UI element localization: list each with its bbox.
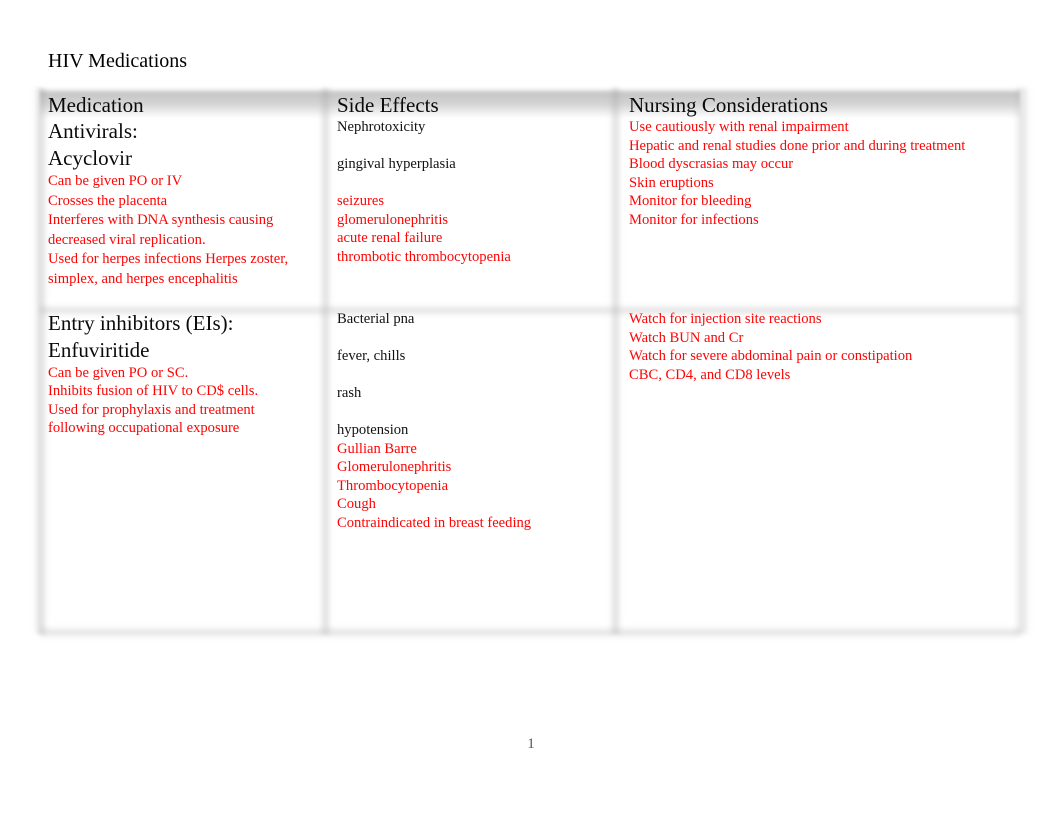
text-line: Used for herpes infections Herpes zoster… — [48, 251, 289, 268]
table-header-cell-side-effects: Side Effects — [337, 92, 609, 120]
column-header-medication: Medication — [48, 93, 144, 117]
table-row: Use cautiously with renal impairment Hepa… — [629, 118, 1014, 304]
text-line: Thrombocytopenia — [337, 477, 449, 494]
spacer-line — [337, 137, 609, 156]
text-line: seizures — [337, 193, 385, 209]
text-line: Blood dyscrasias may occur — [629, 156, 794, 172]
text-line: glomerulonephritis — [337, 211, 449, 228]
text-line: Bacterial pna — [337, 311, 415, 327]
text-line: acute renal failure — [337, 230, 443, 246]
text-line: Can be given PO or IV — [48, 173, 183, 189]
side-effects-list: Bacterial pna fever, chills rash hypoten… — [337, 310, 609, 532]
text-line: hypotension — [337, 422, 409, 438]
table-row: Antivirals: Acyclovir Can be given PO or… — [48, 118, 320, 304]
text-line: Glomerulonephritis — [337, 459, 452, 475]
page-number: 1 — [527, 736, 535, 752]
spacer-line — [337, 403, 609, 422]
text-line: fever, chills — [337, 348, 406, 364]
nursing-considerations-list: Watch for injection site reactions Watch … — [629, 310, 1014, 384]
text-line: Watch BUN and Cr — [629, 329, 744, 346]
medication-name-line-1: Antivirals: — [48, 119, 138, 143]
document-page: HIV Medications Medication Side Effects … — [0, 0, 1062, 822]
text-line: Can be given PO or SC. — [48, 365, 189, 381]
text-line: Interferes with DNA synthesis causing — [48, 212, 274, 229]
text-line: Cough — [337, 496, 376, 512]
text-line: Inhibits fusion of HIV to CD$ cells. — [48, 383, 259, 400]
text-line: Skin eruptions — [629, 174, 714, 191]
text-line: CBC, CD4, and CD8 levels — [629, 366, 791, 383]
text-line: Watch for injection site reactions — [629, 311, 822, 327]
spacer-line — [337, 329, 609, 348]
spacer-line — [337, 366, 609, 385]
table-row: Bacterial pna fever, chills rash hypoten… — [337, 310, 609, 630]
side-effects-list: Nephrotoxicity gingival hyperplasia seiz… — [337, 118, 609, 266]
text-line: Contraindicated in breast feeding — [337, 514, 532, 531]
spacer-line — [337, 174, 609, 193]
text-line: Nephrotoxicity — [337, 119, 426, 135]
text-line: Use cautiously with renal impairment — [629, 119, 849, 135]
table-row: Watch for injection site reactions Watch … — [629, 310, 1014, 630]
text-line: thrombotic thrombocytopenia — [337, 248, 511, 265]
column-header-nursing-considerations: Nursing Considerations — [629, 93, 828, 117]
text-line: Hepatic and renal studies done prior and… — [629, 137, 966, 154]
text-line: Gullian Barre — [337, 440, 417, 457]
text-line: Used for prophylaxis and treatment — [48, 401, 255, 418]
table-header-cell-nursing-considerations: Nursing Considerations — [629, 92, 1014, 120]
text-line: Watch for severe abdominal pain or const… — [629, 348, 913, 364]
medication-name-line-1: Entry inhibitors (EIs): — [48, 311, 234, 335]
medications-table: Medication Side Effects Nursing Consider… — [34, 88, 1030, 639]
text-line: gingival hyperplasia — [337, 156, 456, 172]
page-title: HIV Medications — [48, 50, 188, 72]
text-line: decreased viral replication. — [48, 231, 206, 248]
table-row: Nephrotoxicity gingival hyperplasia seiz… — [337, 118, 609, 304]
table-row: Entry inhibitors (EIs): Enfuviritide Can… — [48, 310, 320, 630]
nursing-considerations-list: Use cautiously with renal impairment Hepa… — [629, 118, 1014, 229]
column-header-side-effects: Side Effects — [337, 93, 439, 117]
medication-name-line-2: Enfuviritide — [48, 338, 150, 362]
medication-name-line-2: Acyclovir — [48, 146, 132, 170]
medication-details: Can be given PO or SC. Inhibits fusion of… — [48, 364, 320, 437]
text-line: Monitor for infections — [629, 211, 759, 228]
text-line: simplex, and herpes encephalitis — [48, 270, 238, 287]
table-header-cell-medication: Medication — [48, 92, 320, 120]
text-line: rash — [337, 385, 362, 401]
text-line: Crosses the placenta — [48, 192, 168, 209]
text-line: following occupational exposure — [48, 419, 240, 436]
medication-details: Can be given PO or IV Crosses the placent… — [48, 172, 320, 290]
text-line: Monitor for bleeding — [629, 193, 752, 209]
